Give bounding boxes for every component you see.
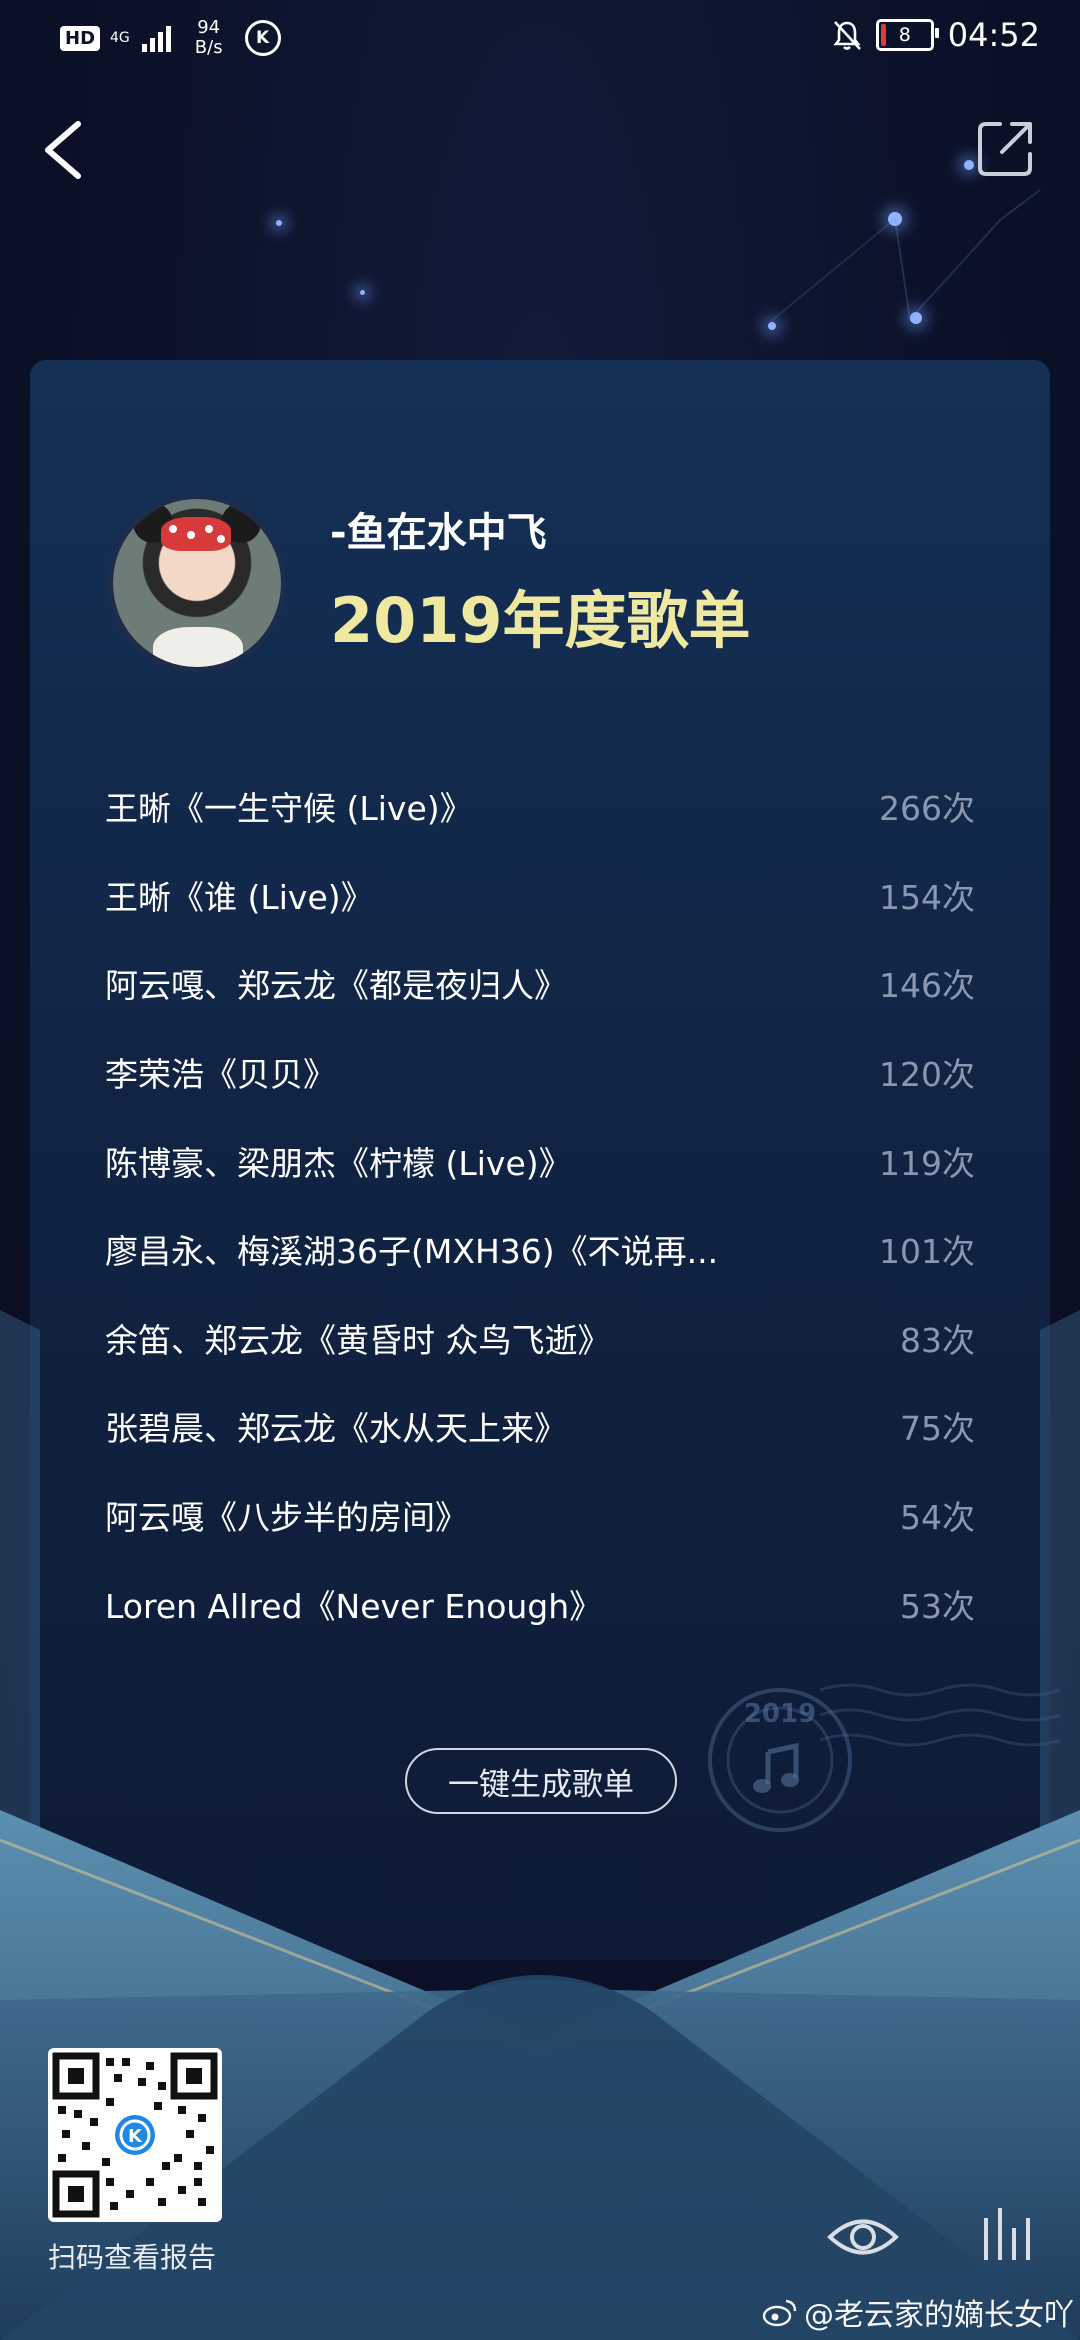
play-count: 146次 [879,966,975,1006]
play-count: 120次 [879,1055,975,1095]
equalizer-icon [984,2208,1030,2260]
play-count: 154次 [879,877,975,917]
star-decoration [276,220,282,226]
song-title: 阿云嘎、郑云龙《都是夜归人》 [105,966,567,1006]
username: -鱼在水中飞 [330,510,547,556]
net-speed: 94 B/s [195,18,223,58]
status-bar: HD 4G 94 B/s K 8 04:52 [0,0,1080,80]
song-title: 王晰《一生守候 (Live)》 [105,789,473,829]
watermark-text: @老云家的嫡长女吖 [804,2298,1074,2333]
back-button[interactable] [36,110,96,190]
report-title: 2019年度歌单 [330,584,751,657]
play-count: 119次 [879,1143,975,1183]
signal-icon [141,24,171,52]
song-row[interactable]: 王晰《谁 (Live)》 154次 [105,851,975,940]
view-toggle-button[interactable] [826,2210,900,2264]
song-row[interactable]: 阿云嘎、郑云龙《都是夜归人》 146次 [105,939,975,1028]
chevron-left-icon [45,121,81,179]
eye-icon [827,2219,899,2255]
avatar-bow [161,517,231,551]
battery-icon: 8 [875,19,939,51]
clock: 04:52 [947,16,1040,54]
music-bars-button[interactable] [980,2204,1034,2264]
play-count: 266次 [879,789,975,829]
song-row[interactable]: 王晰《一生守候 (Live)》 266次 [105,762,975,851]
qr-code[interactable]: K [48,2048,222,2222]
net-speed-value: 94 [197,17,221,38]
weibo-icon [762,2299,797,2327]
hd-icon: HD [60,25,101,51]
watermark: @老云家的嫡长女吖 [762,2290,1074,2334]
song-title: 王晰《谁 (Live)》 [105,877,374,917]
mute-bell-icon [833,21,861,50]
kugou-status-icon: K [244,20,281,56]
network-label: 4G [110,30,130,46]
star-decoration [360,290,365,295]
share-icon [978,122,1032,176]
song-title: 陈博豪、梁朋杰《柠檬 (Live)》 [105,1143,572,1183]
song-row[interactable]: 李荣浩《贝贝》 120次 [105,1028,975,1117]
kugou-qr-letter: K [128,2126,143,2147]
avatar-shirt [153,627,243,667]
qr-caption: 扫码查看报告 [48,2241,217,2274]
user-avatar[interactable] [108,494,286,672]
battery-level: 8 [898,24,911,46]
share-button[interactable] [976,118,1036,178]
song-title: 李荣浩《贝贝》 [105,1055,336,1095]
network-type: 4G [110,31,130,45]
kugou-status-letter: K [255,28,270,48]
song-row[interactable]: 陈博豪、梁朋杰《柠檬 (Live)》 119次 [105,1116,975,1205]
qr-pattern: K [52,2052,218,2218]
net-speed-unit: B/s [194,37,223,58]
